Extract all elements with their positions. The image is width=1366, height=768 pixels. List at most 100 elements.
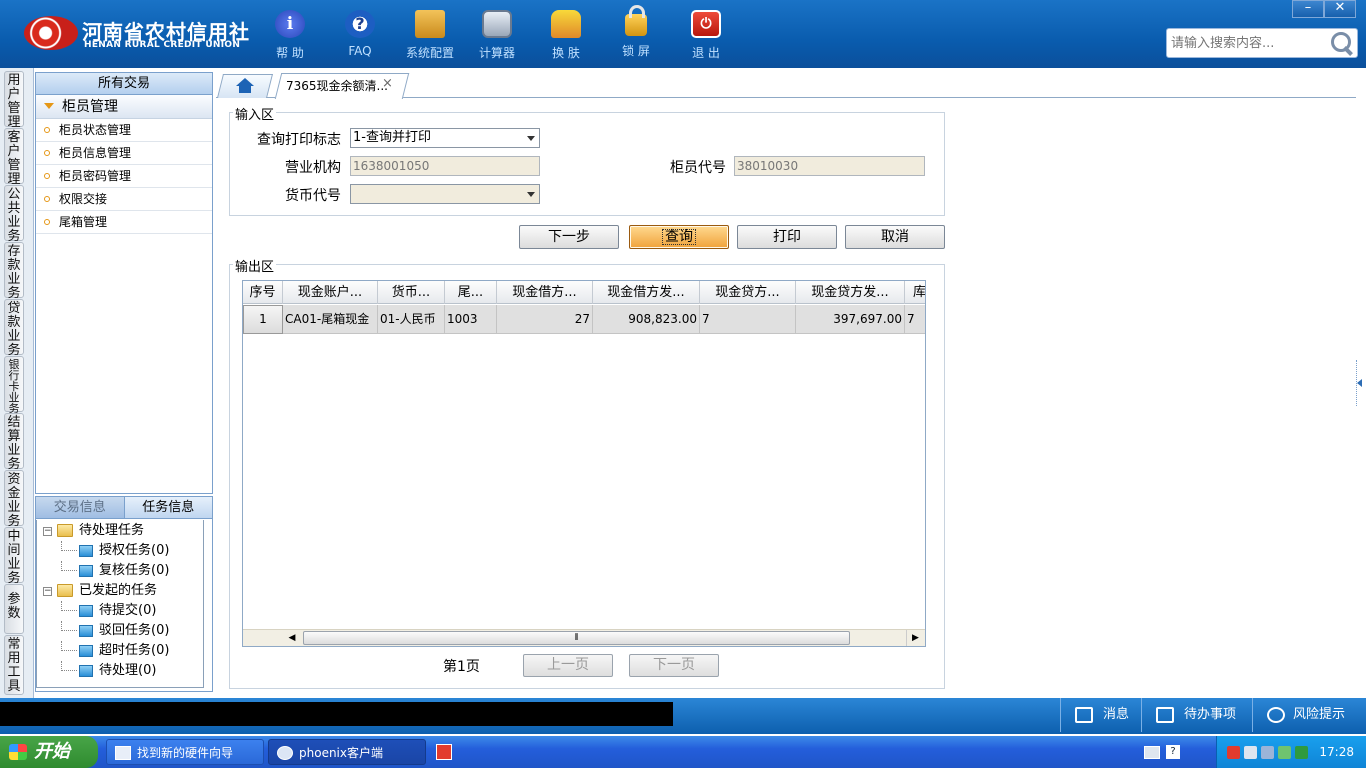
task-file-icon xyxy=(79,545,93,557)
query-button[interactable]: 查询 xyxy=(629,225,729,249)
tree-node-auth-tasks[interactable]: 授权任务(0) xyxy=(37,541,203,561)
nav-item-teller-password[interactable]: 柜员密码管理 xyxy=(36,165,212,188)
start-button[interactable]: 开始 xyxy=(0,736,98,768)
vtab-user-management[interactable]: 用户管理 xyxy=(4,71,24,130)
scroll-right-icon[interactable]: ▶ xyxy=(906,630,924,646)
column-header[interactable]: 尾... xyxy=(445,281,497,304)
column-header[interactable]: 库 xyxy=(905,281,925,304)
prev-page-button[interactable]: 上一页 xyxy=(523,654,613,677)
teller-label: 柜员代号 xyxy=(670,160,726,176)
windows-logo-icon xyxy=(9,744,27,760)
task-file-icon xyxy=(79,645,93,657)
keyboard-icon[interactable] xyxy=(1144,746,1160,759)
nav-item-cash-box[interactable]: 尾箱管理 xyxy=(36,211,212,234)
column-header[interactable]: 现金贷方发... xyxy=(796,281,905,304)
lock-screen-button[interactable]: 锁 屏 xyxy=(603,5,669,62)
messages-button[interactable]: 消息 xyxy=(1060,698,1140,732)
minimize-button[interactable]: – xyxy=(1292,0,1324,18)
next-page-button[interactable]: 下一页 xyxy=(629,654,719,677)
close-window-button[interactable]: ✕ xyxy=(1324,0,1356,18)
column-header[interactable]: 序号 xyxy=(243,281,283,304)
vtab-intermediary-business[interactable]: 中间业务 xyxy=(4,527,24,586)
nav-item-permission-handover[interactable]: 权限交接 xyxy=(36,188,212,211)
tree-node-rejected[interactable]: 驳回任务(0) xyxy=(37,621,203,641)
print-button[interactable]: 打印 xyxy=(737,225,837,249)
nav-group-teller-management[interactable]: 柜员管理 xyxy=(36,95,212,119)
faq-button[interactable]: ? FAQ xyxy=(327,8,393,62)
bullet-icon xyxy=(44,127,50,133)
teller-field[interactable] xyxy=(734,156,925,176)
system-config-button[interactable]: 系统配置 xyxy=(397,8,463,62)
exit-button[interactable]: ⏻ 退 出 xyxy=(673,8,739,62)
bullet-icon xyxy=(44,219,50,225)
taskbar-item-phoenix-client[interactable]: phoenix客户端 xyxy=(268,739,426,765)
bullet-icon xyxy=(44,150,50,156)
page-indicator: 第1页 xyxy=(443,659,480,675)
tab-close-icon[interactable]: × xyxy=(382,76,393,91)
nav-item-teller-status[interactable]: 柜员状态管理 xyxy=(36,119,212,142)
tray-app-icon[interactable] xyxy=(1227,746,1240,759)
shield-icon[interactable] xyxy=(1278,746,1291,759)
tree-node-label: 待提交(0) xyxy=(99,603,157,618)
table-cell: 397,697.00 xyxy=(796,305,905,334)
home-icon[interactable] xyxy=(236,78,254,94)
scroll-left-icon[interactable]: ◀ xyxy=(283,630,301,646)
todo-button[interactable]: 待办事项 xyxy=(1141,698,1251,732)
collapse-right-panel-icon[interactable] xyxy=(1356,360,1362,406)
vtab-loan-business[interactable]: 贷款业务 xyxy=(4,299,24,358)
vtab-settlement-business[interactable]: 结算业务 xyxy=(4,413,24,472)
row-index[interactable]: 1 xyxy=(243,305,283,334)
vtab-deposit-business[interactable]: 存款业务 xyxy=(4,242,24,301)
input-area-legend: 输入区 xyxy=(233,104,277,123)
search-icon[interactable] xyxy=(1328,30,1354,56)
window-controls: – ✕ xyxy=(1292,0,1356,18)
skin-button[interactable]: 换 肤 xyxy=(533,8,599,62)
collapse-icon[interactable]: − xyxy=(43,587,52,596)
vpn-icon[interactable] xyxy=(1295,746,1308,759)
vtab-customer-management[interactable]: 客户管理 xyxy=(4,128,24,187)
column-header[interactable]: 货币... xyxy=(378,281,445,304)
vtab-bank-card-business[interactable]: 银行卡业务 xyxy=(4,356,24,414)
column-header[interactable]: 现金账户... xyxy=(283,281,378,304)
quick-launch-icon[interactable] xyxy=(436,744,452,760)
folder-icon xyxy=(57,524,73,537)
tree-node-pending-tasks[interactable]: − 待处理任务 xyxy=(37,521,203,541)
table-row[interactable]: 1 CA01-尾箱现金 01-人民币 1003 27 908,823.00 7 … xyxy=(243,305,925,334)
tree-node-label: 复核任务(0) xyxy=(99,563,170,578)
tab-trade-info[interactable]: 交易信息 xyxy=(36,497,125,518)
taskbar-item-label: 找到新的硬件向导 xyxy=(137,746,234,760)
nav-item-label: 柜员状态管理 xyxy=(59,123,132,137)
collapse-icon[interactable]: − xyxy=(43,527,52,536)
calculator-button[interactable]: 计算器 xyxy=(464,8,530,62)
org-field[interactable] xyxy=(350,156,540,176)
help-tray-icon[interactable]: ? xyxy=(1166,745,1180,759)
tab-task-info[interactable]: 任务信息 xyxy=(124,497,212,518)
network-icon[interactable] xyxy=(1244,746,1257,759)
next-step-button[interactable]: 下一步 xyxy=(519,225,619,249)
help-button[interactable]: i 帮 助 xyxy=(257,8,323,62)
nav-item-teller-info[interactable]: 柜员信息管理 xyxy=(36,142,212,165)
tree-node-to-submit[interactable]: 待提交(0) xyxy=(37,601,203,621)
toolbox-icon xyxy=(415,10,445,38)
cancel-button[interactable]: 取消 xyxy=(845,225,945,249)
vtab-public-business[interactable]: 公共业务 xyxy=(4,185,24,244)
query-print-select[interactable]: 1-查询并打印 xyxy=(350,128,540,148)
vtab-parameters[interactable]: 参数 xyxy=(4,584,24,634)
column-header[interactable]: 现金贷方... xyxy=(700,281,796,304)
taskbar-item-hardware-wizard[interactable]: 找到新的硬件向导 xyxy=(106,739,264,765)
horizontal-scrollbar[interactable]: ◀ ⦀ ▶ xyxy=(243,629,925,646)
column-header[interactable]: 现金借方发... xyxy=(593,281,700,304)
display-icon[interactable] xyxy=(1261,746,1274,759)
tree-node-to-process[interactable]: 待处理(0) xyxy=(37,661,203,681)
vtab-fund-business[interactable]: 资金业务 xyxy=(4,470,24,529)
tree-node-initiated-tasks[interactable]: − 已发起的任务 xyxy=(37,581,203,601)
scrollbar-thumb[interactable]: ⦀ xyxy=(303,631,850,645)
currency-select[interactable] xyxy=(350,184,540,204)
os-taskbar: 开始 找到新的硬件向导 phoenix客户端 ? 17:28 xyxy=(0,736,1366,768)
column-header[interactable]: 现金借方... xyxy=(497,281,593,304)
tree-connector xyxy=(61,661,77,671)
tree-node-review-tasks[interactable]: 复核任务(0) xyxy=(37,561,203,581)
vtab-common-tools[interactable]: 常用工具 xyxy=(4,635,24,695)
risk-alert-button[interactable]: 风险提示 xyxy=(1252,698,1366,732)
tree-node-timeout[interactable]: 超时任务(0) xyxy=(37,641,203,661)
